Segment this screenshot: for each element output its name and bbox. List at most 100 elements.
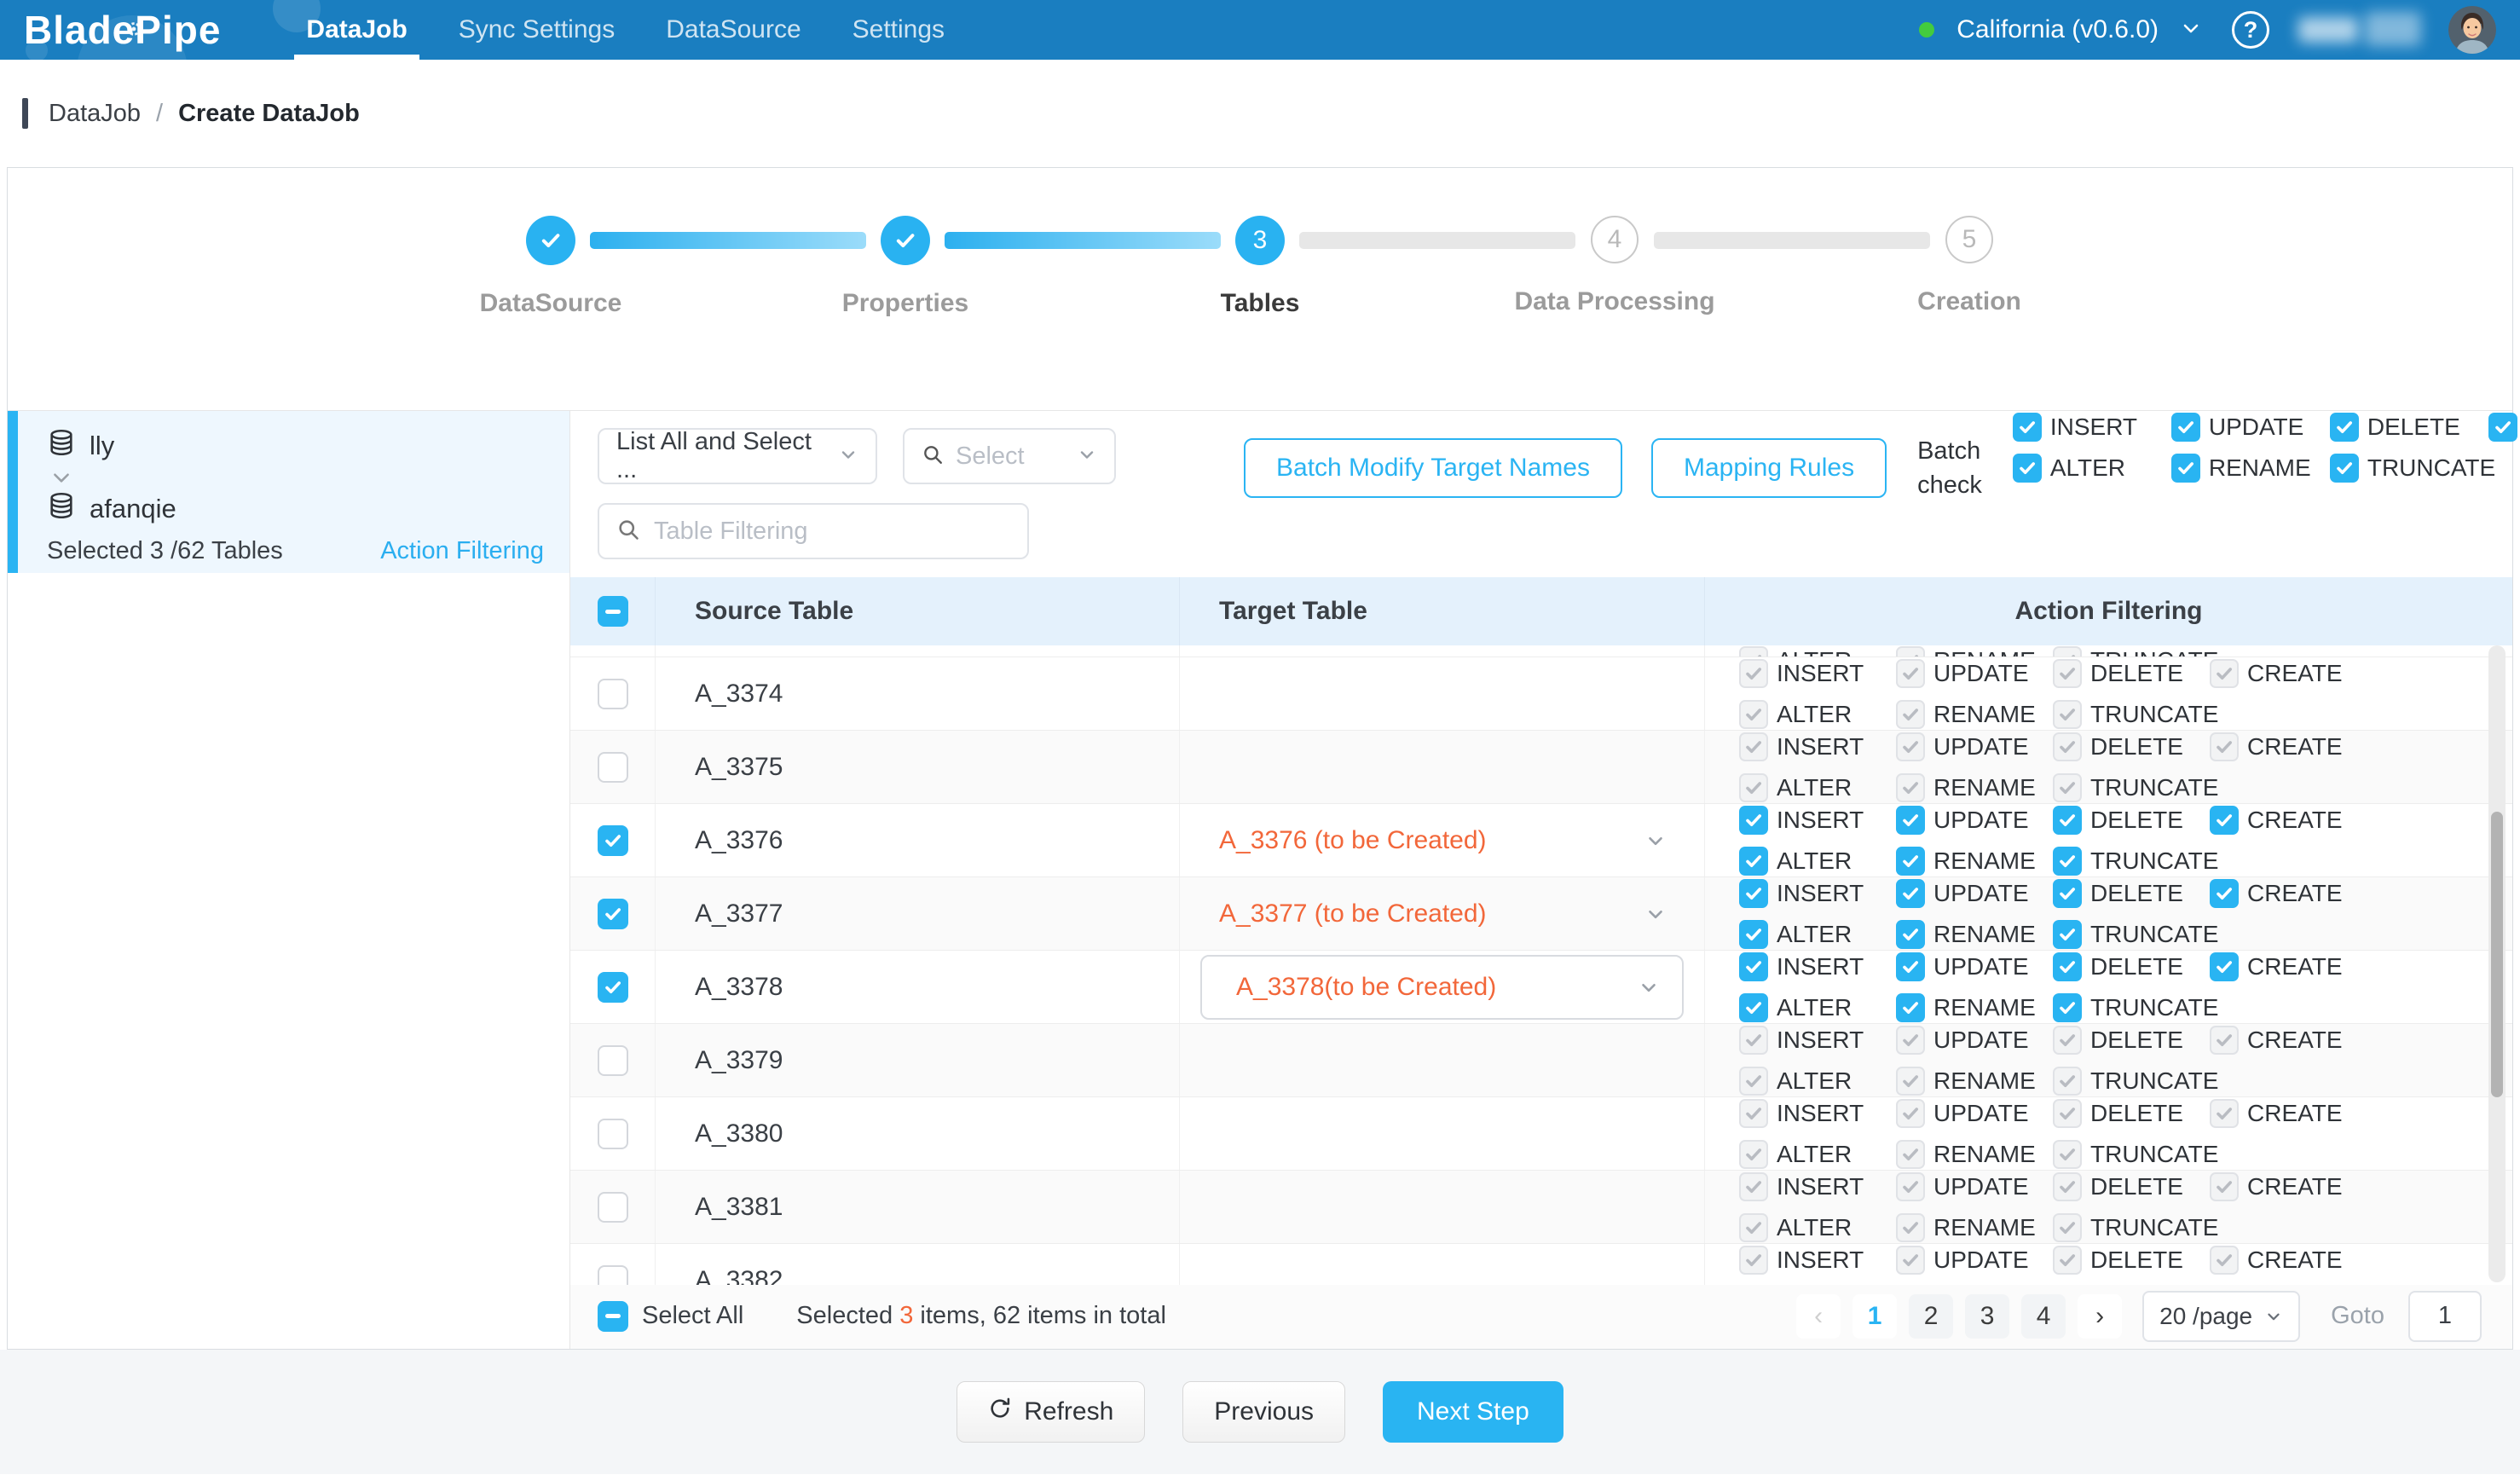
checked-checkbox[interactable] — [1896, 806, 1925, 835]
checked-checkbox[interactable] — [2171, 454, 2200, 483]
action-option-rename[interactable]: RENAME — [2171, 454, 2330, 483]
refresh-button[interactable]: Refresh — [957, 1381, 1145, 1443]
checked-checkbox[interactable] — [1739, 952, 1768, 981]
checked-checkbox[interactable] — [1896, 920, 1925, 949]
chevron-down-icon[interactable] — [2181, 18, 2201, 43]
checked-checkbox[interactable] — [2330, 454, 2359, 483]
table-filter-search[interactable] — [598, 503, 1029, 559]
unchecked-checkbox[interactable] — [598, 752, 628, 783]
select-all-checkbox[interactable] — [598, 1301, 628, 1332]
checked-checkbox[interactable] — [1896, 879, 1925, 908]
checked-checkbox[interactable] — [1739, 806, 1768, 835]
action-option-alter[interactable]: ALTER — [1739, 993, 1896, 1022]
mapping-rules-button[interactable]: Mapping Rules — [1651, 438, 1887, 498]
checked-checkbox[interactable] — [2053, 952, 2082, 981]
action-option-update[interactable]: UPDATE — [1896, 879, 2053, 908]
action-option-create[interactable]: CREATE — [2488, 413, 2520, 442]
region-selector[interactable]: California (v0.6.0) — [1956, 15, 2159, 44]
checked-checkbox[interactable] — [2053, 993, 2082, 1022]
nav-item-settings[interactable]: Settings — [827, 0, 970, 60]
checked-checkbox[interactable] — [1739, 879, 1768, 908]
table-filter-input[interactable] — [654, 518, 1010, 546]
checked-checkbox[interactable] — [2053, 847, 2082, 876]
breadcrumb-parent[interactable]: DataJob — [49, 100, 141, 128]
nav-item-datajob[interactable]: DataJob — [280, 0, 432, 60]
action-option-update[interactable]: UPDATE — [2171, 413, 2330, 442]
action-option-insert[interactable]: INSERT — [1739, 879, 1896, 908]
action-option-insert[interactable]: INSERT — [1739, 952, 1896, 981]
action-option-create[interactable]: CREATE — [2210, 879, 2367, 908]
batch-modify-target-names-button[interactable]: Batch Modify Target Names — [1244, 438, 1622, 498]
checked-checkbox[interactable] — [2053, 879, 2082, 908]
page-size-select[interactable]: 20 /page — [2142, 1291, 2300, 1342]
checked-checkbox[interactable] — [2053, 920, 2082, 949]
unchecked-checkbox[interactable] — [598, 1119, 628, 1149]
unchecked-checkbox[interactable] — [598, 1192, 628, 1223]
table-scrollbar[interactable] — [2488, 645, 2506, 1282]
page-button-3[interactable]: 3 — [1965, 1294, 2009, 1339]
action-option-insert[interactable]: INSERT — [1739, 806, 1896, 835]
action-option-rename[interactable]: RENAME — [1896, 920, 2053, 949]
target-table-select[interactable]: A_3376 (to be Created) — [1180, 826, 1704, 855]
unchecked-checkbox[interactable] — [598, 1265, 628, 1286]
selected-database-pair[interactable]: lly afanqie Selected 3 /62 Tables Action… — [8, 411, 569, 573]
target-table-select[interactable]: A_3377 (to be Created) — [1180, 899, 1704, 928]
checked-checkbox[interactable] — [598, 972, 628, 1003]
action-option-rename[interactable]: RENAME — [1896, 847, 2053, 876]
action-option-insert[interactable]: INSERT — [2013, 413, 2171, 442]
unchecked-checkbox[interactable] — [598, 1045, 628, 1076]
page-button-4[interactable]: 4 — [2021, 1294, 2066, 1339]
action-option-alter[interactable]: ALTER — [1739, 920, 1896, 949]
target-table-select[interactable]: A_3378(to be Created) — [1200, 955, 1684, 1020]
action-option-delete[interactable]: DELETE — [2053, 879, 2210, 908]
previous-button[interactable]: Previous — [1182, 1381, 1345, 1443]
schema-select[interactable]: Select — [903, 428, 1116, 484]
checked-checkbox[interactable] — [2013, 454, 2042, 483]
prev-page-button[interactable]: ‹ — [1796, 1294, 1841, 1339]
checked-checkbox[interactable] — [1739, 847, 1768, 876]
action-option-delete[interactable]: DELETE — [2053, 806, 2210, 835]
checked-checkbox[interactable] — [2210, 879, 2239, 908]
action-filtering-link[interactable]: Action Filtering — [380, 537, 547, 565]
checked-checkbox[interactable] — [1896, 952, 1925, 981]
action-option-delete[interactable]: DELETE — [2330, 413, 2488, 442]
action-option-update[interactable]: UPDATE — [1896, 806, 2053, 835]
action-option-update[interactable]: UPDATE — [1896, 952, 2053, 981]
scrollbar-thumb[interactable] — [2491, 812, 2503, 1097]
checked-checkbox[interactable] — [2210, 806, 2239, 835]
checked-checkbox[interactable] — [2053, 806, 2082, 835]
checked-checkbox[interactable] — [2171, 413, 2200, 442]
action-option-alter[interactable]: ALTER — [1739, 847, 1896, 876]
action-option-truncate[interactable]: TRUNCATE — [2330, 454, 2488, 483]
goto-page-input[interactable] — [2408, 1291, 2482, 1342]
list-mode-select[interactable]: List All and Select ... — [598, 428, 877, 484]
select-all-header-checkbox[interactable] — [598, 596, 628, 627]
action-option-truncate[interactable]: TRUNCATE — [2053, 847, 2210, 876]
checked-checkbox[interactable] — [2488, 413, 2517, 442]
action-option-truncate[interactable]: TRUNCATE — [2053, 993, 2210, 1022]
nav-item-sync-settings[interactable]: Sync Settings — [433, 0, 640, 60]
page-button-1[interactable]: 1 — [1852, 1294, 1897, 1339]
action-option-create[interactable]: CREATE — [2210, 952, 2367, 981]
action-option-delete[interactable]: DELETE — [2053, 952, 2210, 981]
page-button-2[interactable]: 2 — [1909, 1294, 1953, 1339]
checked-checkbox[interactable] — [2210, 952, 2239, 981]
next-page-button[interactable]: › — [2078, 1294, 2122, 1339]
action-option-alter[interactable]: ALTER — [2013, 454, 2171, 483]
action-option-rename[interactable]: RENAME — [1896, 993, 2053, 1022]
checked-checkbox[interactable] — [598, 825, 628, 856]
unchecked-checkbox[interactable] — [598, 679, 628, 709]
next-step-button[interactable]: Next Step — [1383, 1381, 1563, 1443]
avatar[interactable] — [2448, 6, 2496, 54]
action-option-truncate[interactable]: TRUNCATE — [2053, 920, 2210, 949]
checked-checkbox[interactable] — [598, 899, 628, 929]
nav-item-datasource[interactable]: DataSource — [640, 0, 826, 60]
help-icon[interactable]: ? — [2232, 11, 2269, 49]
checked-checkbox[interactable] — [1739, 993, 1768, 1022]
checked-checkbox[interactable] — [1739, 920, 1768, 949]
checked-checkbox[interactable] — [1896, 847, 1925, 876]
checked-checkbox[interactable] — [2013, 413, 2042, 442]
action-option-create[interactable]: CREATE — [2210, 806, 2367, 835]
checked-checkbox[interactable] — [2330, 413, 2359, 442]
checked-checkbox[interactable] — [1896, 993, 1925, 1022]
